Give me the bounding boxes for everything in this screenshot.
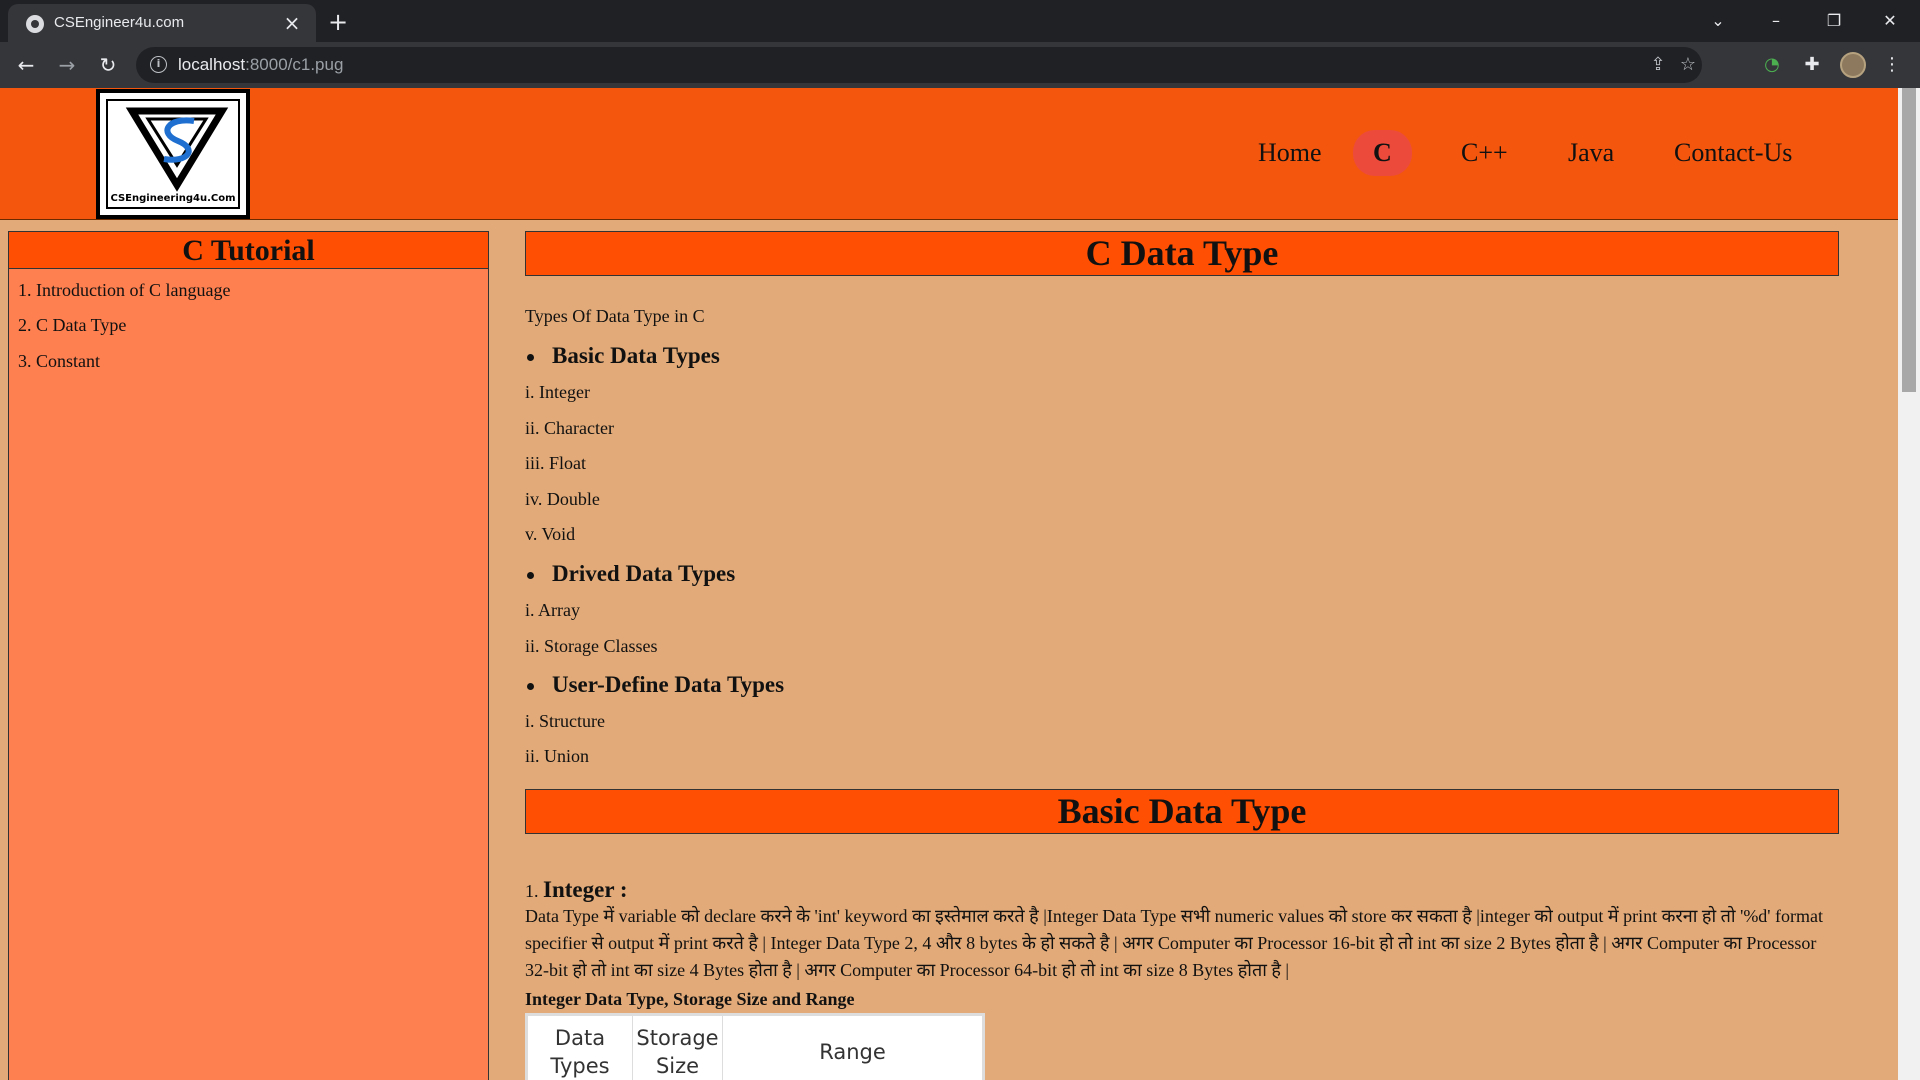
group-heading-basic: Basic Data Types	[525, 343, 720, 369]
group-title: User-Define Data Types	[552, 672, 785, 697]
site-logo[interactable]: CSEngineering4u.Com	[96, 89, 250, 219]
sidebar-item-introduction[interactable]: 1. Introduction of C language	[18, 280, 230, 301]
nav-java[interactable]: Java	[1548, 130, 1634, 176]
logo-mark-icon	[125, 107, 229, 192]
sidebar-title: C Tutorial	[9, 232, 488, 269]
logo-text: CSEngineering4u.Com	[110, 193, 236, 204]
list-item: ii. Union	[525, 746, 590, 766]
url-text: localhost:8000/c1.pug	[178, 55, 343, 75]
window-close-icon[interactable]: ✕	[1870, 6, 1910, 36]
group-title: Drived Data Types	[552, 561, 736, 586]
avatar[interactable]	[1840, 52, 1866, 78]
section-heading: Basic Data Type	[525, 789, 1839, 834]
browser-tab-bar: CSEngineer4u.com × + ⌄ – ❐ ✕	[0, 0, 1920, 42]
sidebar: C Tutorial 1. Introduction of C language…	[8, 231, 489, 1080]
browser-tab[interactable]: CSEngineer4u.com ×	[8, 4, 316, 42]
logo-frame: CSEngineering4u.Com	[106, 99, 240, 209]
forward-icon[interactable]: →	[53, 51, 81, 79]
star-icon[interactable]: ☆	[1676, 53, 1700, 77]
list-item: v. Void	[525, 524, 576, 544]
tab-title: CSEngineer4u.com	[54, 14, 185, 31]
integer-description: Data Type में variable को declare करने क…	[525, 906, 1824, 980]
nav-home[interactable]: Home	[1238, 130, 1342, 176]
list-item: i. Integer	[525, 382, 590, 402]
intro-text: Types Of Data Type in C	[525, 306, 705, 326]
tab-search-icon[interactable]: ⌄	[1698, 6, 1738, 36]
table-caption: Integer Data Type, Storage Size and Rang…	[525, 989, 855, 1009]
url-host: localhost	[178, 55, 246, 74]
menu-icon[interactable]: ⋮	[1878, 51, 1906, 79]
sidebar-item-data-type[interactable]: 2. C Data Type	[18, 315, 126, 336]
bullet-icon	[527, 572, 534, 580]
nav-contact-us[interactable]: Contact-Us	[1654, 130, 1812, 176]
list-item: i. Array	[525, 600, 580, 620]
restore-icon[interactable]: ❐	[1814, 6, 1854, 36]
reload-icon[interactable]: ↻	[94, 51, 122, 79]
close-tab-icon[interactable]: ×	[280, 11, 304, 35]
list-item: iii. Float	[525, 453, 587, 473]
nav-c[interactable]: C	[1353, 130, 1412, 176]
group-heading-user-defined: User-Define Data Types	[525, 672, 784, 698]
minimize-icon[interactable]: –	[1756, 6, 1796, 36]
bullet-icon	[527, 354, 534, 362]
list-item: i. Structure	[525, 711, 605, 731]
table-header-data-types: Data Types	[528, 1016, 633, 1080]
page-title: C Data Type	[525, 231, 1839, 276]
info-icon[interactable]: i	[150, 56, 167, 73]
address-bar[interactable]: i localhost:8000/c1.pug ⇪ ☆	[136, 47, 1702, 83]
new-tab-icon[interactable]: +	[324, 8, 352, 36]
table-header-range: Range	[819, 1040, 886, 1064]
group-title: Basic Data Types	[552, 343, 720, 368]
list-item: ii. Storage Classes	[525, 636, 658, 656]
url-path: :8000/c1.pug	[245, 55, 344, 74]
scrollbar-thumb[interactable]	[1902, 88, 1916, 392]
browser-toolbar: ← → ↻ i localhost:8000/c1.pug ⇪ ☆ ◔ ✚ ⋮	[0, 42, 1920, 88]
page-viewport: CSEngineering4u.Com Home C C++ Java Cont…	[0, 88, 1920, 1080]
integer-title: Integer :	[543, 877, 628, 902]
integer-heading: 1. Integer :	[525, 877, 628, 903]
share-icon[interactable]: ⇪	[1646, 53, 1670, 77]
globe-icon	[26, 15, 44, 33]
data-type-table: Data Types Storage Size Range	[525, 1013, 985, 1080]
bullet-icon	[527, 683, 534, 691]
main-content: C Data Type Types Of Data Type in C Basi…	[525, 231, 1839, 1080]
nav-cpp[interactable]: C++	[1441, 130, 1528, 176]
extension-icon[interactable]: ◔	[1758, 51, 1786, 79]
sidebar-item-constant[interactable]: 3. Constant	[18, 351, 100, 372]
puzzle-icon[interactable]: ✚	[1798, 51, 1826, 79]
table-header-storage-size: Storage Size	[633, 1016, 723, 1080]
group-heading-derived: Drived Data Types	[525, 561, 735, 587]
back-icon[interactable]: ←	[12, 51, 40, 79]
site-header: CSEngineering4u.Com Home C C++ Java Cont…	[0, 88, 1898, 220]
integer-number: 1.	[525, 881, 539, 901]
list-item: ii. Character	[525, 418, 614, 438]
list-item: iv. Double	[525, 489, 600, 509]
